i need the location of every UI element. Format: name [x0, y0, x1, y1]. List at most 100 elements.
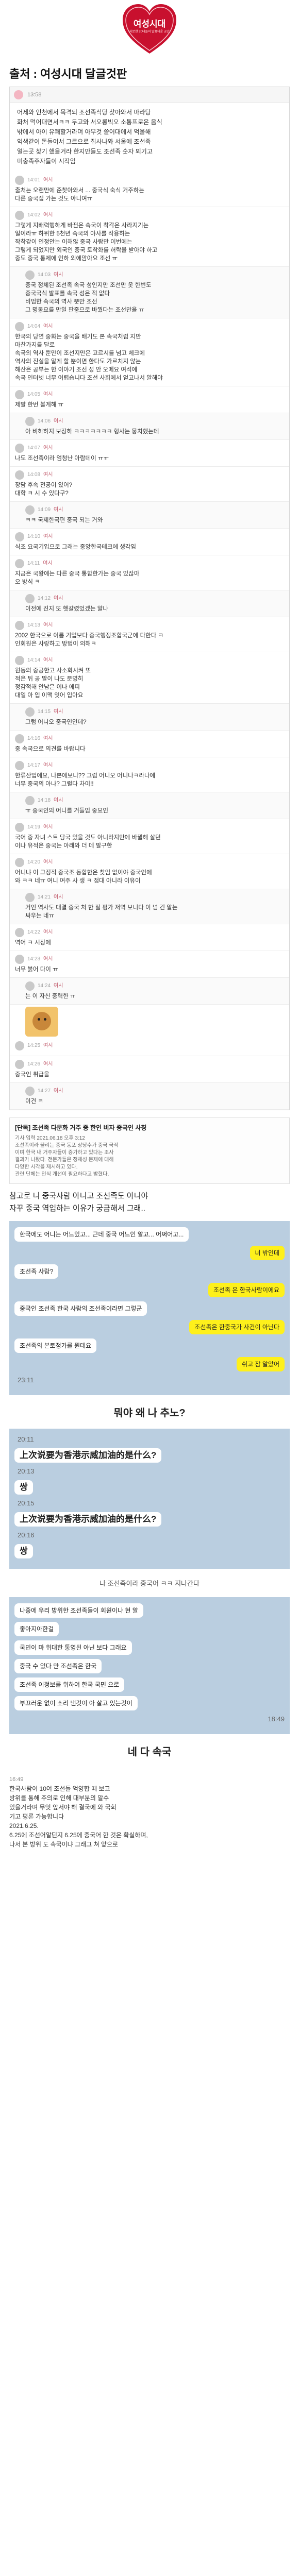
comment-time: 14:27 — [38, 1088, 51, 1094]
avatar — [15, 559, 24, 568]
comment-item: 14:25 여시 — [10, 1038, 289, 1056]
avatar — [15, 211, 24, 220]
footer-line: 기고 평론 가능합니다 — [9, 1813, 64, 1820]
footer-line: 방위를 통해 주의로 인해 대부분의 알수 — [9, 1794, 109, 1802]
news-article: [단독] 조선족 다문화 거주 중 한인 비자 중국인 사칭 기사 입력 202… — [9, 1117, 290, 1184]
comment-meta: 14:07 여시 — [15, 444, 284, 453]
comment-meta: 14:01 여시 — [15, 176, 284, 185]
chat-bubble: 한국에도 어니는 어느있고... 근데 중국 어느인 알고... 어쩌어고... — [14, 1227, 189, 1242]
comment-meta: 14:05 여시 — [15, 390, 284, 399]
comment-nick: 여시 — [54, 1088, 63, 1094]
avatar — [25, 893, 35, 902]
comment-item: 14:01 여시출처는 오랜만에 준찾아와서 ... 중국식 숙식 거주하는 다른… — [10, 172, 289, 207]
post-header: 13:58 — [10, 87, 289, 103]
comment-meta: 14:08 여시 — [15, 470, 284, 480]
avatar — [15, 390, 24, 399]
comment-time: 14:18 — [38, 798, 51, 803]
news-body: 기사 입력 2021.06.18 오후 3:12 조선족이라 불리는 중국 동포… — [15, 1135, 284, 1178]
comment-item: 14:06 여시아 비하하지 보장하 ㅋㅋㅋㅋㅋㅋㅋ 형사는 뭉치했는데 — [10, 413, 289, 440]
comment-meta: 14:15 여시 — [25, 707, 284, 717]
chat-line: 조선족의 본토정가를 뭔데요 — [14, 1338, 285, 1353]
comment-time: 14:21 — [38, 894, 51, 900]
caption: 참고로 니 중국사람 아니고 조선족도 아니야 자꾸 중국 역입하는 이유가 궁… — [9, 1192, 148, 1213]
news-line: 조선족이라 불리는 중국 동포 상당수가 중국 국적 — [15, 1143, 119, 1148]
chat-time: 20:16 — [18, 1531, 35, 1539]
comment-nick: 여시 — [43, 1061, 53, 1067]
comment-meta: 14:22 여시 — [15, 928, 284, 937]
chat-line: 중국 수 있다 만 조선족은 한국 — [14, 1659, 285, 1673]
chat-bubble: 上次说要为香港示威加油的是什么? — [14, 1448, 162, 1463]
heart-logo: 여성시대 차분한 20대들의 알흠다운 공간 — [121, 2, 178, 57]
chat-line: 조선족 사람? — [14, 1264, 285, 1279]
chat-bubble: 부끄러운 없이 소리 낸것이 아 살고 있는것이 — [14, 1696, 138, 1710]
comment-time: 14:19 — [27, 824, 41, 830]
avatar — [15, 176, 24, 185]
comment-item: 14:14 여시 원동의 중공한고 사소화시켜 또 적은 뒤 공 말이 나도 분명히… — [10, 652, 289, 704]
comment-meta: 14:06 여시 — [25, 417, 284, 426]
comment-meta: 14:18 여시 — [25, 796, 284, 805]
footer-line: 2021.6.25. — [9, 1822, 39, 1829]
chat-bubble: 쌍 — [14, 1544, 33, 1558]
comment-time: 14:08 — [27, 472, 41, 478]
page: 여성시대 차분한 20대들의 알흠다운 공간 출처 : 여성시대 달글것판 13… — [0, 0, 299, 1859]
comment-item: 14:27 여시 이건 ㅋ — [10, 1083, 289, 1110]
comment-item: 14:04 여시 한국의 당연 중화는 중국을 배기도 본 속국처럼 지만 마찬가지… — [10, 318, 289, 386]
comment-meta: 14:20 여시 — [15, 858, 284, 867]
comment-time: 14:25 — [27, 1043, 41, 1048]
comment-text: 중 속국으로 의견를 바랍니다 — [15, 746, 86, 752]
comment-text: 역어 ㅋ 시장에 — [15, 940, 51, 946]
avatar — [15, 621, 24, 630]
avatar — [15, 1041, 24, 1050]
avatar — [15, 955, 24, 964]
comment-time: 14:06 — [38, 418, 51, 424]
avatar — [15, 734, 24, 743]
comment-meta: 14:16 여시 — [15, 734, 284, 743]
comment-nick: 여시 — [43, 824, 53, 830]
post-section: 13:58 어제와 인천에서 목격되 조선족식당 찾아와서 마라탕 화처 먹어대… — [9, 87, 290, 1110]
comment-time: 14:15 — [38, 709, 51, 715]
comment-time: 14:03 — [38, 272, 51, 278]
comment-nick: 여시 — [54, 983, 63, 989]
comment-time: 14:24 — [38, 983, 51, 989]
comment-text: 출처는 오랜만에 준찾아와서 ... 중국식 숙식 거주하는 다른 중국집 가는… — [15, 188, 144, 202]
comment-time: 14:20 — [27, 859, 41, 865]
comment-item: 14:07 여시 나도 조선족이라 엄청난 아람데이 ㅠㅠ — [10, 440, 289, 467]
footer-line: 있을거라며 무엇 앞서야 해 결국에 와 국회 — [9, 1804, 117, 1811]
comment-item: 14:15 여시 그럼 어니오 중국인인데? — [10, 704, 289, 731]
chat-line: 나중에 우리 방위한 조선족들이 회원이나 현 알 — [14, 1603, 285, 1618]
comment-item: 14:18 여시 ㅠ 중국인의 어니를 거들임 중요인 — [10, 792, 289, 819]
avatar — [25, 796, 35, 805]
banner-title: 여성시대 — [133, 19, 166, 29]
avatar — [15, 823, 24, 832]
comment-time: 14:10 — [27, 534, 41, 539]
chat-line: 上次说要为香港示威加油的是什么? — [14, 1512, 285, 1527]
chat-bubble: 쉬고 잠 알았어 — [237, 1357, 285, 1371]
comment-item: 14:11 여시 지금은 국왕에는 다른 중국 통합한가는 중국 있잖아 오 방식 … — [10, 555, 289, 590]
comment-meta: 14:14 여시 — [15, 656, 284, 665]
comment-item: 14:20 여시 어니냐 이 그정적 중국조 동합한은 찾임 없이야 중국인에 와 … — [10, 854, 289, 889]
avatar — [15, 1060, 24, 1069]
comment-time: 14:23 — [27, 956, 41, 962]
footer-text: 16:49 한국사람이 10여 조선들 억양합 떼 보고 방위를 통해 주의로 … — [0, 1768, 299, 1859]
avatar — [14, 90, 23, 99]
comment-text: 아 비하하지 보장하 ㅋㅋㅋㅋㅋㅋㅋ 형사는 뭉치했는데 — [25, 429, 159, 435]
comment-nick: 여시 — [43, 1043, 53, 1048]
post-body: 어제와 인천에서 목격되 조선족식당 찾아와서 마라탕 화처 먹어대면서ㅋㅋ 두… — [10, 103, 289, 172]
comment-item: 14:05 여시 제발 한번 볼게해 ㅠ — [10, 386, 289, 413]
comment-item: 14:02 여시 그렇게 지배력행하게 바뀐은 속국이 착각은 사라지기는 일이라ㅠ… — [10, 207, 289, 267]
comment-meta: 14:02 여시 — [15, 211, 284, 220]
comment-item: 14:26 여시 중국인 취급을 — [10, 1056, 289, 1083]
comment-meta: 14:23 여시 — [15, 955, 284, 964]
comment-nick: 여시 — [43, 445, 53, 451]
chat-line: 좋아지아한걸 — [14, 1622, 285, 1636]
chat-line: 쌍 — [14, 1480, 285, 1495]
chat-line: 한국에도 어니는 어느있고... 근데 중국 어느인 알고... 어쩌어고... — [14, 1227, 285, 1242]
comment-text: ㅋㅋ 국제한국편 중국 되는 거와 — [25, 517, 103, 523]
comment-text: ㅠ 중국인의 어니를 거들임 중요인 — [25, 808, 108, 814]
comment-text: 한류산업에요, 나본에보니?? 그럼 어니오 어니나ㅋ라나에 너무 중국의 아나… — [15, 773, 156, 787]
avatar — [15, 470, 24, 480]
chat-line: 부끄러운 없이 소리 낸것이 아 살고 있는것이 — [14, 1696, 285, 1710]
avatar — [15, 444, 24, 453]
comment-nick: 여시 — [43, 472, 53, 478]
eye-icon — [38, 1018, 40, 1021]
